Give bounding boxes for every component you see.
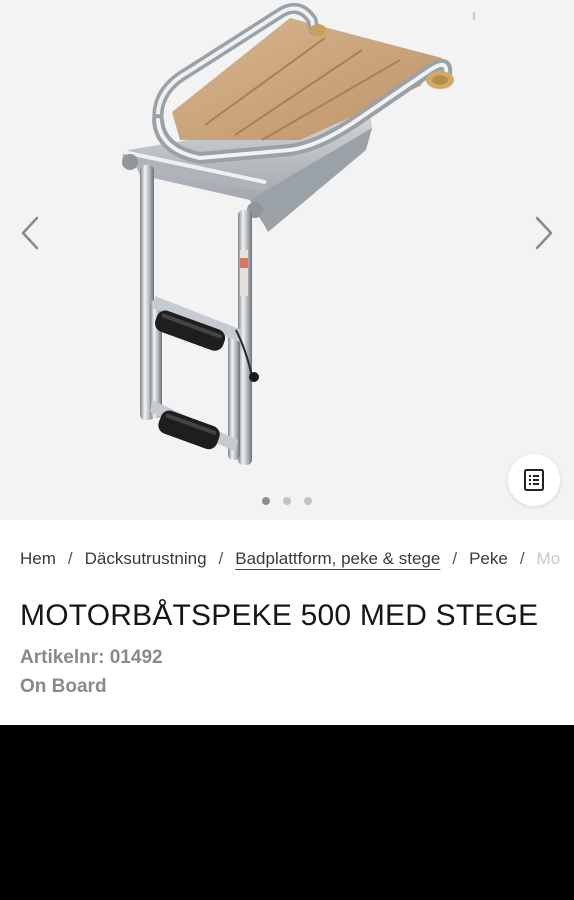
product-info: Hem / Däcksutrustning / Badplattform, peke &… <box>0 520 574 725</box>
slide-dot-2[interactable] <box>283 497 291 505</box>
breadcrumb-home[interactable]: Hem <box>20 549 56 568</box>
breadcrumb-peke[interactable]: Peke <box>469 549 508 568</box>
product-gallery[interactable] <box>0 0 574 520</box>
image-list-button[interactable] <box>508 454 560 506</box>
breadcrumb-deck-equipment[interactable]: Däcksutrustning <box>85 549 207 568</box>
breadcrumb-separator: / <box>218 549 224 568</box>
breadcrumb-separator: / <box>452 549 458 568</box>
slide-dot-1[interactable] <box>262 497 270 505</box>
breadcrumb-separator: / <box>519 549 525 568</box>
product-image <box>122 2 475 465</box>
dark-overlay-area <box>0 725 574 900</box>
chevron-left-icon <box>21 216 39 250</box>
breadcrumb-current[interactable]: Mo <box>537 549 561 568</box>
chevron-right-icon <box>535 216 553 250</box>
list-icon <box>524 469 544 491</box>
product-sku: Artikelnr: 01492 <box>20 647 163 668</box>
slide-indicators <box>0 497 574 505</box>
previous-image-button[interactable] <box>10 210 50 256</box>
page: Hem / Däcksutrustning / Badplattform, peke &… <box>0 0 574 900</box>
product-brand: On Board <box>20 676 107 697</box>
next-image-button[interactable] <box>524 210 564 256</box>
breadcrumb: Hem / Däcksutrustning / Badplattform, peke &… <box>20 549 560 569</box>
product-title: MOTORBÅTSPEKE 500 MED STEGE <box>20 599 539 632</box>
slide-dot-3[interactable] <box>304 497 312 505</box>
breadcrumb-bathing-platform[interactable]: Badplattform, peke & stege <box>235 549 440 568</box>
breadcrumb-separator: / <box>67 549 73 568</box>
